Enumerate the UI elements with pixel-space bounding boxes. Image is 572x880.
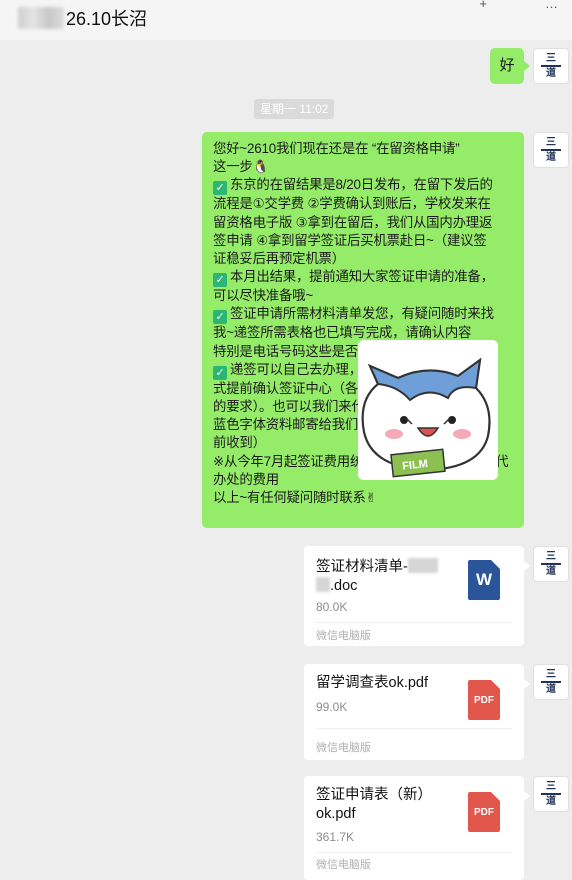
check-mark-icon: ✓: [213, 365, 227, 380]
plus-icon[interactable]: +: [479, 0, 487, 11]
avatar[interactable]: 三 道: [533, 664, 569, 700]
message-line: 您好~2610我们现在还是在 “在留资格申请”: [213, 141, 460, 156]
file-card-doc[interactable]: 签证材料清单- .doc 80.0K 微信电脑版 W: [304, 546, 530, 646]
penguin-emoji-icon: 🐧: [252, 159, 269, 175]
divider: [316, 852, 512, 853]
file-name: 签证申请表（新） ok.pdf: [316, 787, 432, 822]
check-mark-icon: ✓: [213, 310, 227, 325]
pdf-file-icon: PDF: [468, 792, 500, 832]
avatar[interactable]: 三 道: [533, 546, 569, 582]
message-line: 留资格电子版 ③拿到在留后，我们从国内办理返: [213, 214, 493, 230]
redacted-name: [18, 7, 64, 29]
check-mark-icon: ✓: [213, 181, 227, 196]
timestamp: 星期一 11:02: [254, 99, 335, 119]
message-line: 这一步🐧: [213, 158, 516, 176]
message-line: ✓ 签证申请所需材料清单发您，有疑问随时来找: [213, 305, 516, 325]
more-icon[interactable]: …: [545, 0, 558, 11]
word-file-icon: W: [468, 560, 500, 600]
file-size: 99.0K: [316, 700, 348, 714]
divider: [316, 622, 512, 623]
file-name: 签证材料清单- .doc: [316, 558, 456, 596]
chat-title: 26.10长沼: [66, 9, 148, 29]
check-mark-icon: ✓: [213, 273, 227, 288]
avatar[interactable]: 三 道: [533, 48, 569, 84]
message-line: 签申请 ④拿到留学签证后买机票赴日~（建议签: [213, 232, 487, 248]
message-line: ✓ 本月出结果，提前通知大家签证申请的准备，: [213, 268, 516, 288]
chat-title-wrap: 26.10长沼: [18, 5, 147, 31]
file-source: 微信电脑版: [316, 630, 371, 642]
avatar[interactable]: 三 道: [533, 776, 569, 812]
file-source: 微信电脑版: [316, 742, 371, 754]
redacted-filename: [407, 558, 438, 573]
message-line: 以上~有任何疑问随时联系✌: [213, 489, 516, 507]
message-line: 证稳妥后再预定机票）: [213, 251, 345, 267]
victory-hand-emoji-icon: ✌: [365, 490, 377, 506]
file-size: 80.0K: [316, 600, 348, 614]
file-card-pdf[interactable]: 留学调查表ok.pdf 99.0K 微信电脑版 PDF: [304, 664, 530, 760]
cat-sticker-image: FILM: [358, 340, 498, 480]
header-actions: + …: [479, 0, 558, 11]
chat-header: 26.10长沼 + …: [0, 0, 572, 40]
file-source: 微信电脑版: [316, 859, 371, 871]
file-size: 361.7K: [316, 830, 355, 844]
avatar[interactable]: 三 道: [533, 132, 569, 168]
message-line: 流程是①交学费 ②学费确认到账后，学校发来在: [213, 196, 491, 212]
cat-sticker[interactable]: FILM: [358, 340, 498, 480]
file-card-pdf[interactable]: 签证申请表（新） ok.pdf 361.7K 微信电脑版 PDF: [304, 776, 530, 880]
pdf-file-icon: PDF: [468, 680, 500, 720]
divider: [316, 728, 512, 729]
message-line: ✓ 东京的在留结果是8/20日发布，在留下发后的: [213, 176, 516, 196]
message-line: 可以尽快准备哦~: [213, 288, 313, 304]
file-name: 留学调查表ok.pdf: [316, 675, 428, 691]
redacted-filename: [316, 577, 330, 592]
message-bubble-ok[interactable]: 好: [490, 48, 530, 84]
